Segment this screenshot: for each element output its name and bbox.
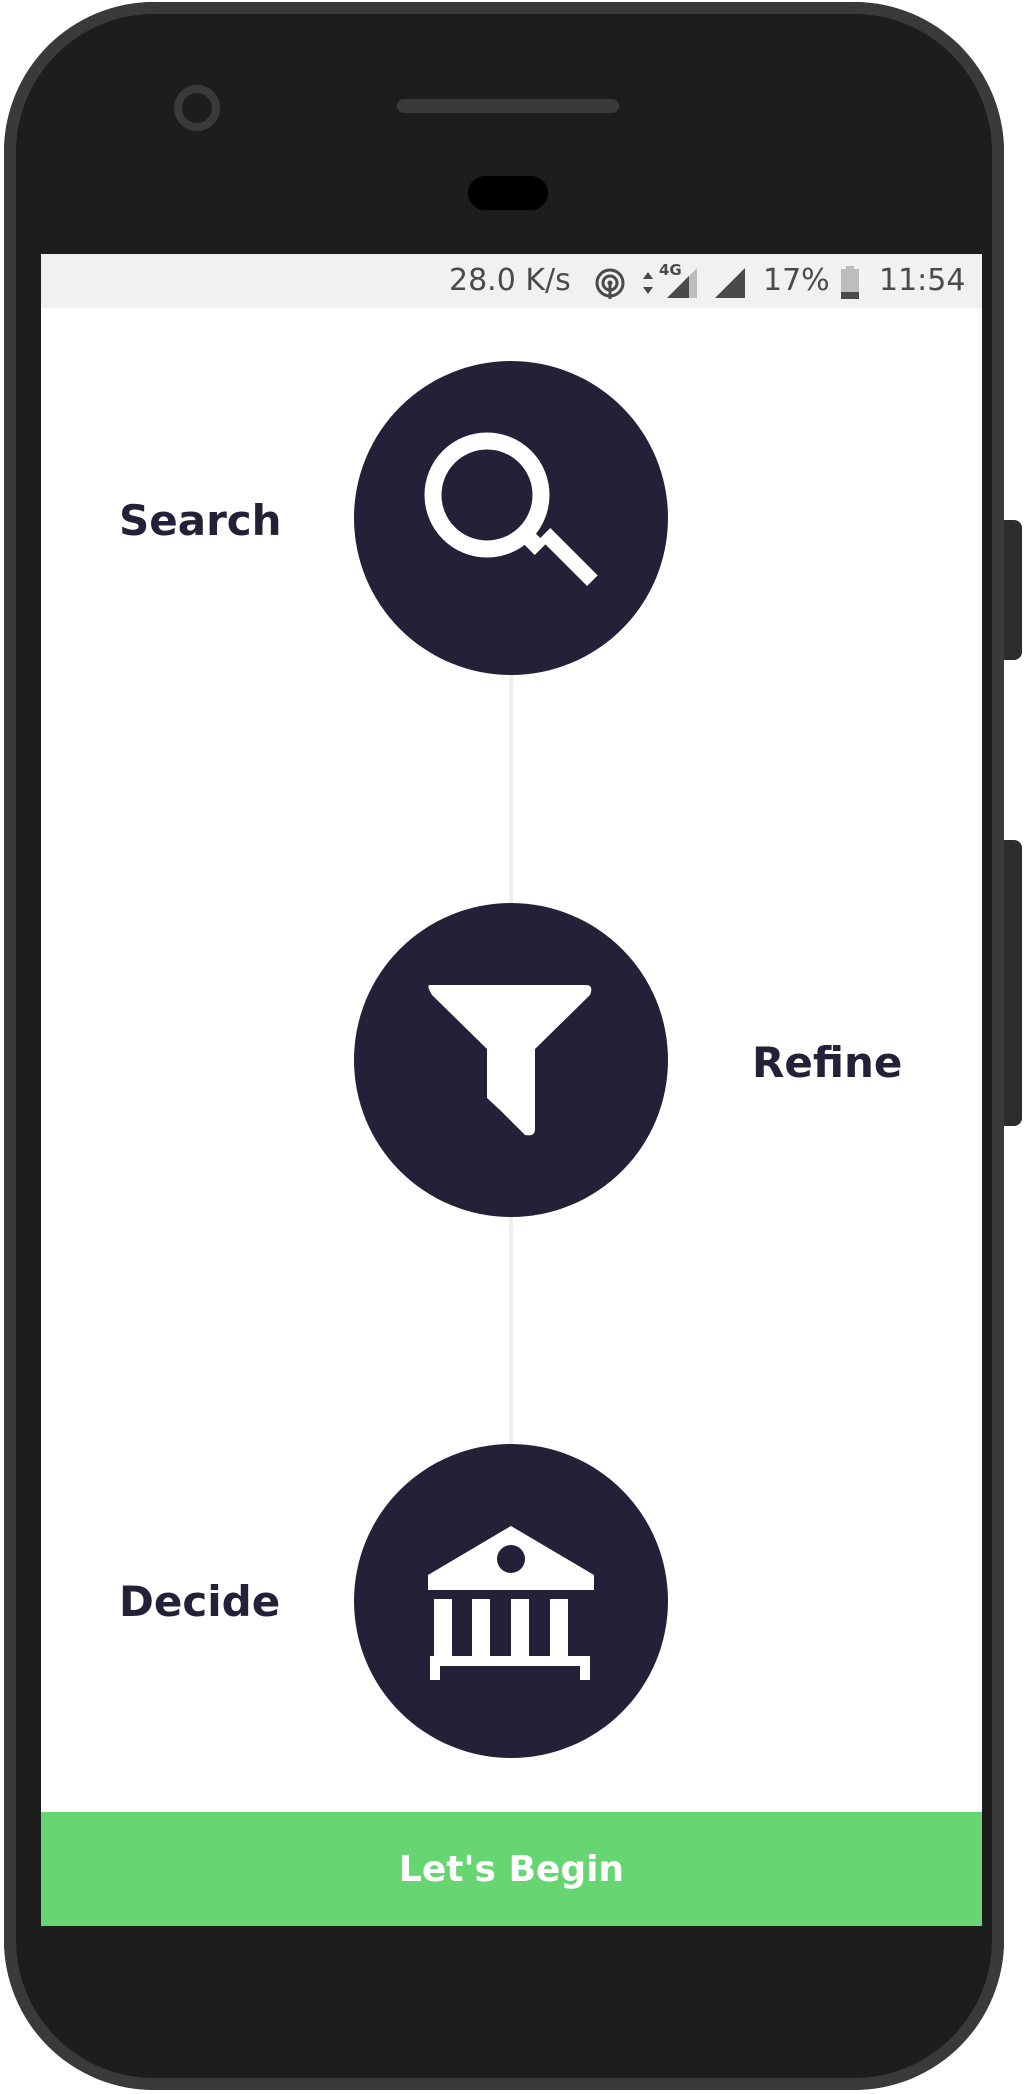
front-camera: [174, 85, 220, 131]
power-button: [1004, 520, 1022, 660]
clock: 11:54: [879, 263, 966, 298]
battery-icon: [839, 266, 861, 309]
phone-device: 28.0 K/s 4G 17% 11:54 Search Refine Deci…: [0, 0, 1024, 2094]
status-bar: 28.0 K/s 4G 17% 11:54: [41, 254, 982, 308]
filter-icon: [428, 985, 592, 1136]
app-screen: 28.0 K/s 4G 17% 11:54 Search Refine Deci…: [41, 254, 982, 1926]
proximity-sensor: [468, 176, 548, 210]
step-search-circle[interactable]: [354, 361, 668, 675]
step-decide-circle[interactable]: [354, 1444, 668, 1758]
earpiece-speaker: [397, 99, 619, 113]
step-connector: [509, 1216, 513, 1466]
signal-icon: [665, 266, 699, 309]
data-arrows-icon: [642, 268, 654, 307]
lets-begin-button[interactable]: Let's Begin: [41, 1812, 982, 1926]
network-speed: 28.0 K/s: [449, 263, 571, 298]
volume-button: [1004, 840, 1022, 1126]
hotspot-icon: [593, 266, 627, 309]
bank-icon: [428, 1526, 594, 1680]
signal-icon: [713, 266, 747, 309]
step-connector: [509, 674, 513, 924]
step-decide-label: Decide: [119, 1577, 281, 1626]
step-refine-label: Refine: [752, 1038, 903, 1087]
search-icon: [424, 432, 598, 586]
step-refine-circle[interactable]: [354, 903, 668, 1217]
step-search-label: Search: [119, 496, 282, 545]
battery-level: 17%: [763, 263, 830, 298]
